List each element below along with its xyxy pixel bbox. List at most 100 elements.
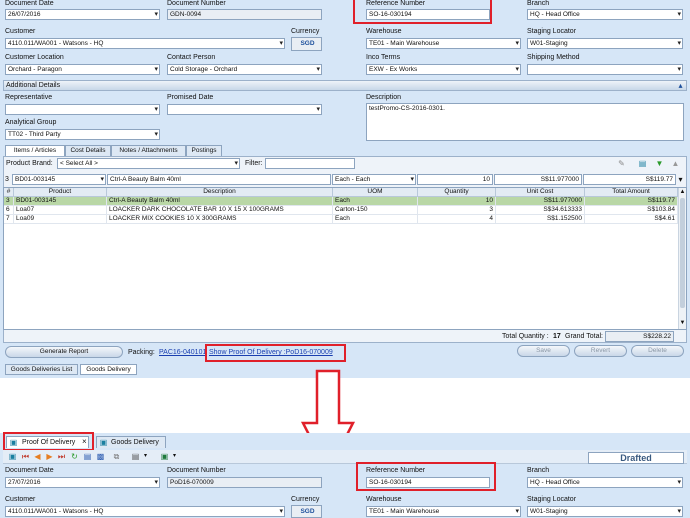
tab-goods-delivery-2[interactable]: ▣ Goods Delivery [96,436,166,448]
branch-label: Branch [527,0,550,7]
product-brand-label: Product Brand: [6,160,53,167]
promised-date-field[interactable] [167,104,322,115]
refresh-icon[interactable]: ↻ [70,452,79,461]
pod-reference-number-highlight [356,462,496,491]
col-header-uom[interactable]: UOM [333,188,418,197]
table-row[interactable]: 7 Loa09 LOACKER MIX COOKIES 10 X 300GRAM… [4,215,678,224]
edit-unit-cost-field[interactable]: S$11.977000 [494,174,582,185]
filter-label: Filter: [245,160,263,167]
col-header-unit-cost[interactable]: Unit Cost [496,188,585,197]
col-header-product[interactable]: Product [14,188,107,197]
tab-postings[interactable]: Postings [186,145,222,156]
excel-dropdown-icon[interactable]: ▾ [170,452,179,461]
edit-description-field[interactable]: Ctrl-A Beauty Balm 40ml [107,174,331,185]
pod-document-date-field[interactable]: 27/07/2016 [5,477,160,488]
tab-cost-details[interactable]: Cost Details [65,145,111,156]
row-quantity: 3 [418,206,496,215]
row-index: 3 [4,197,14,206]
generate-report-button[interactable]: Generate Report [5,346,123,358]
notes-dropdown-icon[interactable]: ▾ [141,452,150,461]
move-down-icon[interactable]: ▼ [655,159,664,168]
row-index: 6 [4,206,14,215]
col-header-quantity[interactable]: Quantity [418,188,496,197]
col-header-index[interactable]: # [4,188,14,197]
edit-quantity-field[interactable]: 10 [417,174,493,185]
pod-branch-label: Branch [527,467,550,474]
staging-locator-label: Staging Locator [527,28,577,35]
contact-person-select[interactable]: Cold Storage - Orchard [167,64,322,75]
row-uom: Carton-150 [333,206,418,215]
row-uom: Each [333,215,418,224]
excel-icon[interactable]: ▣ [160,452,169,461]
reference-number-highlight [353,0,492,24]
tab-goods-delivery[interactable]: Goods Delivery [80,364,137,375]
pod-staging-locator-select[interactable]: W01-Staging [527,506,683,517]
warehouse-select[interactable]: TE01 - Main Warehouse [366,38,521,49]
col-header-description[interactable]: Description [107,188,333,197]
pod-tab-highlight [3,432,94,451]
row-unit-cost: S$11.977000 [496,197,585,206]
pod-customer-select[interactable]: 4110.011/WA001 - Watsons - HQ [5,506,285,517]
filter-input[interactable] [265,158,355,169]
export-icon[interactable]: ▤ [638,159,647,168]
edit-total-field: S$119.77 [583,174,676,185]
pod-warehouse-select[interactable]: TE01 - Main Warehouse [366,506,521,517]
tab-goods-deliveries-list[interactable]: Goods Deliveries List [5,364,78,375]
customer-location-select[interactable]: Orchard - Paragon [5,64,160,75]
edit-row-dropdown-icon[interactable]: ▾ [676,175,685,184]
representative-select[interactable] [5,104,160,115]
product-brand-select[interactable]: < Select All > [57,158,240,169]
print-icon[interactable]: ▤ [83,452,92,461]
currency-label: Currency [291,28,320,35]
copy-icon[interactable]: ⧉ [112,452,121,461]
shipping-method-select[interactable] [527,64,683,75]
additional-details-bar[interactable]: Additional Details ▴ [3,80,687,91]
next-record-icon[interactable]: ▶ [45,452,54,461]
item-edit-row: 3 BD01-003145 Ctrl-A Beauty Balm 40ml Ea… [5,174,685,186]
first-record-icon[interactable]: ⏮ [21,452,30,461]
document-date-field[interactable]: 26/07/2016 [5,9,160,20]
collapse-icon[interactable]: ▴ [676,81,685,90]
analytical-group-label: Analytical Group [5,119,57,126]
scroll-up-icon[interactable]: ▲ [678,188,687,197]
table-row[interactable]: 3 BD01-003145 Ctrl-A Beauty Balm 40ml Ea… [4,197,678,206]
promised-date-label: Promised Date [167,94,214,101]
tab-items-articles[interactable]: Items / Articles [5,145,65,156]
move-up-icon[interactable]: ▲ [671,159,680,168]
row-index: 7 [4,215,14,224]
edit-product-select[interactable]: BD01-003145 [12,174,106,185]
customer-select[interactable]: 4110.011/WA001 - Watsons - HQ [5,38,285,49]
row-product: Loa09 [14,215,107,224]
staging-locator-select[interactable]: W01-Staging [527,38,683,49]
edit-uom-select[interactable]: Each - Each [332,174,416,185]
row-total: S$103.84 [585,206,678,215]
branch-select[interactable]: HQ - Head Office [527,9,683,20]
row-unit-cost: S$1.152500 [496,215,585,224]
prev-record-icon[interactable]: ◀ [33,452,42,461]
report-icon[interactable]: ▩ [96,452,105,461]
last-record-icon[interactable]: ⏭ [57,452,66,461]
save-button[interactable]: Save [517,345,570,357]
notes-icon[interactable]: ▤ [131,452,140,461]
table-row[interactable]: 6 Loa07 LOACKER DARK CHOCOLATE BAR 10 X … [4,206,678,215]
eraser-icon[interactable]: ✎ [617,159,626,168]
items-grid: # Product Description UOM Quantity Unit … [3,187,687,330]
col-header-total-amount[interactable]: Total Amount [585,188,678,197]
revert-button[interactable]: Revert [574,345,627,357]
save-icon[interactable]: ▣ [8,452,17,461]
grand-total-field: S$228.22 [605,331,674,342]
pod-currency-field: SGD [291,505,322,518]
grid-scrollbar[interactable]: ▲ ▼ [678,188,686,329]
delete-button[interactable]: Delete [631,345,684,357]
scroll-down-icon[interactable]: ▼ [678,319,687,328]
row-product: BD01-003145 [14,197,107,206]
tab-notes-attachments[interactable]: Notes / Attachments [111,145,186,156]
packing-label: Packing: [128,349,155,356]
pod-branch-select[interactable]: HQ - Head Office [527,477,683,488]
description-textarea[interactable]: testPromo-CS-2016-0301. [366,103,684,141]
analytical-group-select[interactable]: TT02 - Third Party [5,129,160,140]
toolbar [3,450,687,464]
packing-link[interactable]: PAC16-040101 [159,349,206,356]
inco-terms-select[interactable]: EXW - Ex Works [366,64,521,75]
scroll-thumb[interactable] [680,198,685,308]
